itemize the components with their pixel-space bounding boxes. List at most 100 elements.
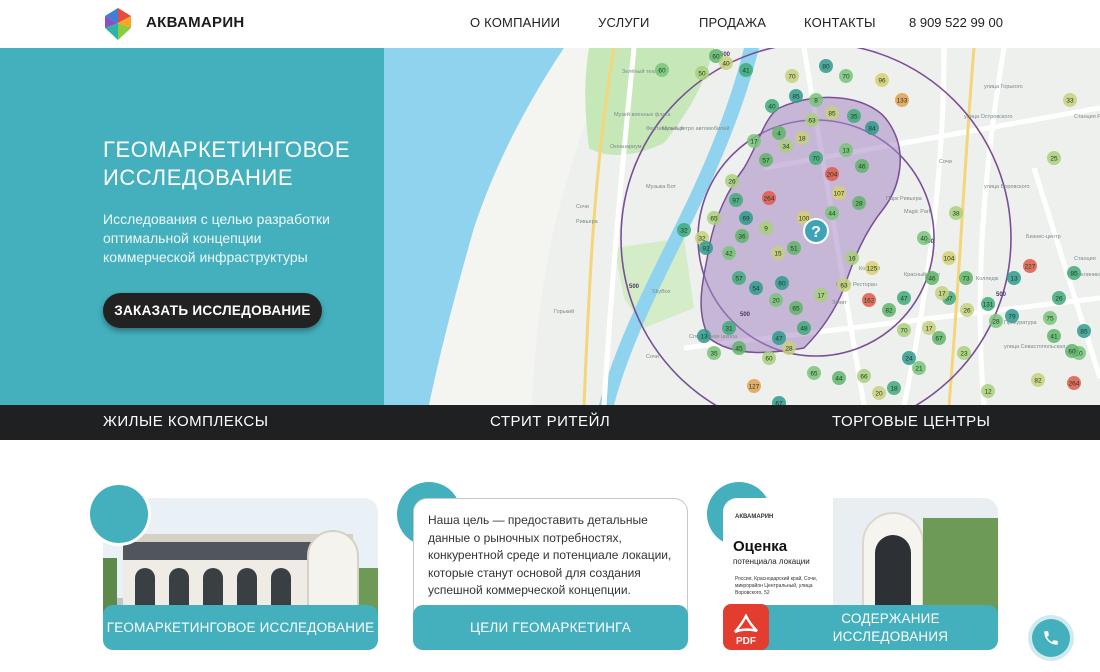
- map-marker-value: 20: [875, 391, 883, 398]
- site-header: АКВАМАРИН О КОМПАНИИ УСЛУГИ ПРОДАЖА КОНТ…: [0, 0, 1100, 48]
- map-marker-value: 36: [738, 234, 746, 241]
- map-marker-value: 13: [1010, 276, 1018, 283]
- card-geomarketing-research[interactable]: ГЕОМАРКЕТИНГОВОЕ ИССЛЕДОВАНИЕ: [87, 482, 378, 650]
- map-marker-value: 60: [658, 68, 666, 75]
- map-marker-value: 85: [1070, 271, 1078, 278]
- map-place-label: улица Горького: [984, 84, 1023, 90]
- brand-name[interactable]: АКВАМАРИН: [146, 14, 245, 31]
- map-marker-value: 104: [944, 256, 955, 263]
- map-marker-value: 85: [828, 111, 836, 118]
- map-marker-value: 162: [864, 298, 875, 305]
- map-marker-value: 63: [840, 283, 848, 290]
- nav-contacts[interactable]: КОНТАКТЫ: [804, 15, 876, 30]
- map-marker-value: 204: [827, 172, 838, 179]
- pdf-label: PDF: [736, 636, 756, 647]
- map-marker-value: 46: [858, 164, 866, 171]
- map-marker-value: 40: [920, 236, 928, 243]
- map-marker-value: 23: [960, 351, 968, 358]
- map-marker-value: 18: [798, 136, 806, 143]
- map-marker-value: 65: [792, 306, 800, 313]
- map-place-label: Парк Ривьера: [886, 196, 923, 202]
- road-distance-label: 500: [740, 312, 751, 318]
- map-marker-value: 60: [778, 281, 786, 288]
- map-marker-value: 60: [712, 54, 720, 61]
- map-place-label: Зелёный театр: [622, 68, 660, 75]
- geomarketing-map[interactable]: Зелёный театр Музей военных флага Фестивал…: [384, 48, 1100, 405]
- map-place-label: Музей военных флага: [614, 111, 671, 118]
- phone-number[interactable]: 8 909 522 99 00: [909, 15, 1003, 30]
- map-marker-value: 17: [938, 291, 946, 298]
- map-place-label: Горький: [554, 308, 574, 315]
- card-research-contents[interactable]: АКВАМАРИН Оценка потенциала локации Росс…: [707, 482, 998, 650]
- map-marker-value: 17: [817, 293, 825, 300]
- map-marker-value: 17: [925, 326, 933, 333]
- card-label-geomarketing[interactable]: ГЕОМАРКЕТИНГОВОЕ ИССЛЕДОВАНИЕ: [103, 605, 378, 650]
- map-marker-value: 38: [952, 211, 960, 218]
- hero-subtitle: Исследования с целью разработки оптималь…: [103, 211, 330, 265]
- map-marker-value: 70: [788, 74, 796, 81]
- map-place-label: Бизнес-центр: [1026, 234, 1061, 240]
- card-label-goals[interactable]: ЦЕЛИ ГЕОМАРКЕТИНГА: [413, 605, 688, 650]
- nav-about[interactable]: О КОМПАНИИ: [470, 15, 560, 30]
- map-marker-value: 35: [710, 351, 718, 358]
- map-marker-value: 66: [860, 374, 868, 381]
- map-marker-value: 26: [963, 308, 971, 315]
- map-marker-value: 50: [698, 71, 706, 78]
- map-marker-value: 4: [777, 131, 781, 138]
- map-marker-value: 20: [772, 298, 780, 305]
- phone-icon: [1044, 631, 1058, 645]
- map-marker-value: 80: [822, 64, 830, 71]
- map-marker-value: 28: [855, 201, 863, 208]
- map-marker-value: 25: [1050, 156, 1058, 163]
- nav-services[interactable]: УСЛУГИ: [598, 15, 650, 30]
- map-marker-value: 82: [1034, 378, 1042, 385]
- map-place-label: Сочи: [646, 354, 659, 360]
- map-marker-value: 47: [900, 296, 908, 303]
- map-marker-value: 60: [765, 356, 773, 363]
- card-decor-circle: [87, 482, 151, 546]
- nav-sales[interactable]: ПРОДАЖА: [699, 15, 766, 30]
- map-marker-value: 45: [735, 346, 743, 353]
- map-marker-value: 54: [752, 286, 760, 293]
- map-marker-value: 33: [1066, 98, 1074, 105]
- map-marker-value: 41: [1050, 334, 1058, 341]
- map-marker-value: 8: [814, 98, 818, 105]
- card-goals[interactable]: Наша цель — предоставить детальные данны…: [397, 482, 688, 650]
- map-marker-value: 75: [1046, 316, 1054, 323]
- pdf-icon[interactable]: PDF: [723, 604, 769, 650]
- map-marker-value: 16: [848, 256, 856, 263]
- order-research-button[interactable]: ЗАКАЗАТЬ ИССЛЕДОВАНИЕ: [103, 293, 322, 328]
- category-residential[interactable]: ЖИЛЫЕ КОМПЛЕКСЫ: [103, 413, 268, 430]
- brand-logo-icon[interactable]: [103, 6, 133, 42]
- hero-title: ГЕОМАРКЕТИНГОВОЕ ИССЛЕДОВАНИЕ: [103, 137, 351, 190]
- map-place-label: Magic Park: [904, 209, 932, 215]
- map-marker-value: 57: [735, 276, 743, 283]
- map-place-label: улица Островского: [964, 114, 1012, 120]
- road-distance-label: 500: [629, 284, 640, 290]
- map-marker-value: 67: [935, 336, 943, 343]
- map-place-label: улица Севастопольская: [1004, 344, 1065, 350]
- map-marker-value: 63: [808, 118, 816, 125]
- category-street-retail[interactable]: СТРИТ РИТЕЙЛ: [490, 413, 610, 430]
- map-marker-value: 42: [725, 251, 733, 258]
- map-place-label: Музей ретро автомобилей: [662, 125, 729, 132]
- map-marker-value: 65: [710, 216, 718, 223]
- map-marker-value: 69: [742, 216, 750, 223]
- call-button[interactable]: [1032, 619, 1070, 657]
- doc-address: Россия, Краснодарский край, Сочи, микрор…: [735, 576, 818, 596]
- map-place-label: Колледж: [976, 276, 999, 282]
- map-marker-value: 70: [812, 156, 820, 163]
- map-marker-value: 28: [992, 319, 1000, 326]
- map-marker-value: 227: [1025, 264, 1036, 271]
- road-distance-label: 500: [996, 292, 1007, 298]
- map-marker-value: 82: [885, 308, 893, 315]
- doc-title: Оценка: [733, 538, 788, 555]
- map-marker-value: 84: [868, 126, 876, 133]
- category-malls[interactable]: ТОРГОВЫЕ ЦЕНТРЫ: [832, 413, 990, 430]
- map-marker-value: 60: [1068, 349, 1076, 356]
- map-marker-value: 47: [775, 336, 783, 343]
- category-strip: ЖИЛЫЕ КОМПЛЕКСЫ СТРИТ РИТЕЙЛ ТОРГОВЫЕ ЦЕ…: [0, 405, 1100, 440]
- map-place-label: Спортивная школа: [689, 334, 738, 340]
- map-place-label: Океанариум: [610, 144, 642, 150]
- map-marker-value: 40: [768, 104, 776, 111]
